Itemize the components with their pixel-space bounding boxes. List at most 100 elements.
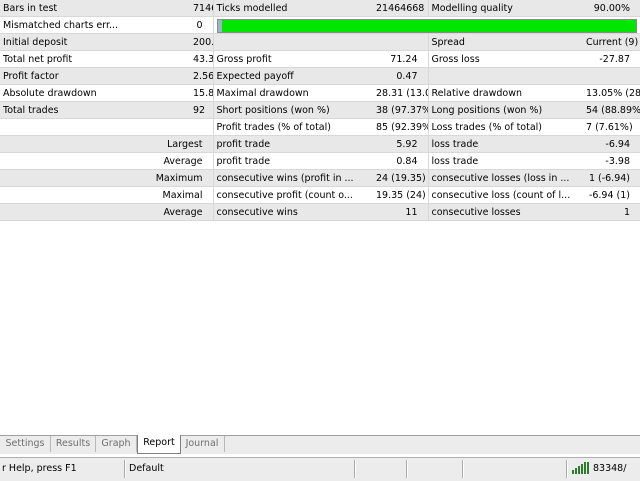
report-value: [373, 33, 428, 51]
report-label: profit trade: [212, 135, 373, 153]
report-row: Maximal consecutive profit (count o... 19.…: [0, 186, 640, 204]
report-value: 90.00%: [583, 0, 640, 17]
report-value: -3.98: [583, 152, 640, 170]
report-label: consecutive profit (count o...: [212, 186, 373, 204]
modelling-quality-bar: [212, 16, 640, 34]
report-value: 54 (88.89%): [583, 101, 640, 119]
report-row: Absolute drawdown15.84Maximal drawdown28…: [0, 84, 640, 102]
report-value: 15.84: [190, 84, 213, 102]
report-value: 28.31 (13.05%): [373, 84, 428, 102]
report-row: Profit factor 2.56 Expected payoff 0.47: [0, 67, 640, 85]
report-label: consecutive wins: [212, 203, 373, 221]
report-value: 0.47: [373, 67, 428, 85]
report-row: Average profit trade 0.84 loss trade -3.98: [0, 152, 640, 170]
report-label: Total trades: [0, 101, 190, 119]
tab-results[interactable]: Results: [51, 436, 96, 452]
report-label: Loss trades (% of total): [427, 118, 583, 136]
report-label: consecutive loss (count of l...: [427, 186, 583, 204]
status-bar: r Help, press F1 Default 83348/: [0, 457, 640, 481]
report-value: 19.35 (24): [373, 186, 428, 204]
report-label: Expected payoff: [212, 67, 373, 85]
tab-settings[interactable]: Settings: [0, 436, 51, 452]
report-row: Profit trades (% of total)85 (92.39%)Los…: [0, 118, 640, 136]
tab-graph[interactable]: Graph: [96, 436, 137, 452]
report-label: loss trade: [427, 152, 583, 170]
report-stat-kind: Maximum: [0, 169, 213, 187]
report-label: Ticks modelled: [212, 0, 373, 17]
report-value: -6.94 (1): [583, 186, 640, 204]
report-value: [583, 67, 640, 85]
report-value: 1 (-6.94): [583, 169, 640, 187]
strategy-report-table: Bars in test71469Ticks modelled21464668M…: [0, 0, 640, 221]
report-label: Modelling quality: [427, 0, 583, 17]
report-value: -6.94: [583, 135, 640, 153]
report-label: profit trade: [212, 152, 373, 170]
report-value: 0.84: [373, 152, 428, 170]
report-stat-kind: Maximal: [0, 186, 213, 204]
report-value: [190, 118, 213, 136]
status-divider: [566, 460, 568, 478]
report-label: consecutive losses: [427, 203, 583, 221]
report-label: Gross profit: [212, 50, 373, 68]
report-value: 21464668: [373, 0, 428, 17]
report-value: 38 (97.37%): [373, 101, 428, 119]
report-value: 200.00: [190, 33, 213, 51]
report-label: consecutive wins (profit in ...: [212, 169, 373, 187]
report-value: 92: [190, 101, 213, 119]
report-label: Total net profit: [0, 50, 190, 68]
report-label: Bars in test: [0, 0, 190, 17]
report-value: 7 (7.61%): [583, 118, 640, 136]
report-value: 11: [373, 203, 428, 221]
report-label: Maximal drawdown: [212, 84, 373, 102]
report-value: Current (9): [583, 33, 640, 51]
report-row: Total trades 92 Short positions (won %) 38 …: [0, 101, 640, 119]
status-profile: Default: [129, 463, 164, 474]
report-value: 43.37: [190, 50, 213, 68]
report-label: consecutive losses (loss in ...: [427, 169, 583, 187]
report-value: 71.24: [373, 50, 428, 68]
report-value: 2.56: [190, 67, 213, 85]
report-label: [212, 33, 373, 51]
quality-bar-fill: [216, 18, 637, 33]
report-value: 1: [583, 203, 640, 221]
report-value: 24 (19.35): [373, 169, 428, 187]
report-label: Absolute drawdown: [0, 84, 190, 102]
quality-bar-stub: [217, 19, 222, 32]
report-label: Profit trades (% of total): [212, 118, 373, 136]
network-bars-icon: [572, 462, 590, 474]
report-row: Average consecutive wins 11 consecutive los…: [0, 203, 640, 221]
report-label: loss trade: [427, 135, 583, 153]
report-label: [0, 118, 190, 136]
report-row: Total net profit43.37Gross profit71.24Gr…: [0, 50, 640, 68]
report-value: 0: [190, 16, 213, 34]
report-label: Initial deposit: [0, 33, 190, 51]
report-label: Long positions (won %): [427, 101, 583, 119]
status-divider: [462, 460, 464, 478]
report-stat-kind: Largest: [0, 135, 213, 153]
report-value: -27.87: [583, 50, 640, 68]
status-traffic: 83348/: [593, 463, 627, 474]
status-help-text: r Help, press F1: [2, 463, 77, 474]
report-label: Profit factor: [0, 67, 190, 85]
report-value: 13.05% (28.31): [583, 84, 640, 102]
tab-journal[interactable]: Journal: [180, 436, 225, 452]
status-divider: [354, 460, 356, 478]
report-label: Gross loss: [427, 50, 583, 68]
report-row: Initial deposit200.00 SpreadCurrent (9): [0, 33, 640, 51]
tester-tab-bar: Settings Results Graph Report Journal: [0, 435, 640, 454]
report-row: Largest profit trade 5.92 loss trade -6.94: [0, 135, 640, 153]
report-row: Mismatched charts err... 0: [0, 16, 640, 34]
report-label: Relative drawdown: [427, 84, 583, 102]
status-divider: [124, 460, 126, 478]
report-stat-kind: Average: [0, 203, 213, 221]
report-value: 85 (92.39%): [373, 118, 428, 136]
report-value: 5.92: [373, 135, 428, 153]
report-label: Short positions (won %): [212, 101, 373, 119]
report-stat-kind: Average: [0, 152, 213, 170]
report-row: Bars in test71469Ticks modelled21464668M…: [0, 0, 640, 17]
status-divider: [406, 460, 408, 478]
report-label: Spread: [427, 33, 583, 51]
report-label: [427, 67, 583, 85]
tab-report[interactable]: Report: [137, 435, 181, 454]
report-row: Maximum consecutive wins (profit in ... 24…: [0, 169, 640, 187]
